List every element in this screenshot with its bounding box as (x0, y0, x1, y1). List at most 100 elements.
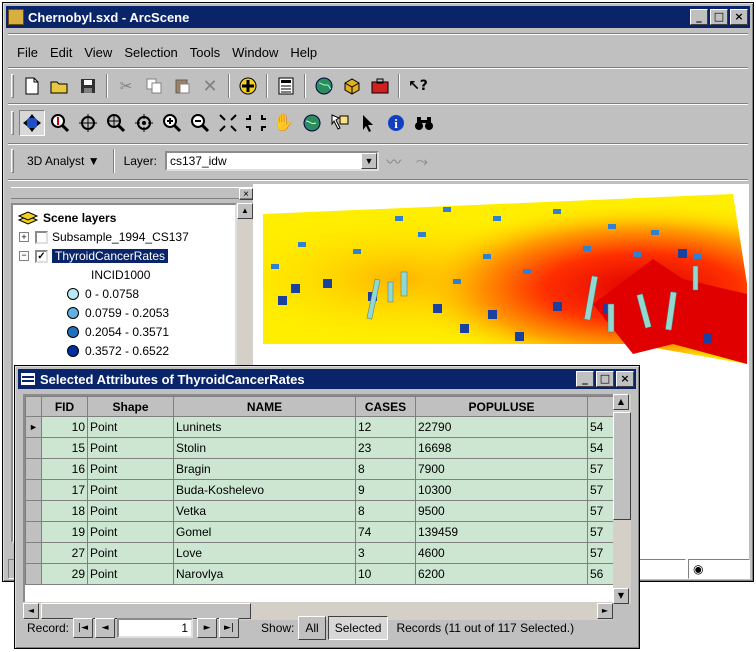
cell-shape[interactable]: Point (87, 416, 174, 438)
menu-tools[interactable]: Tools (184, 45, 226, 60)
cell-fid[interactable]: 10 (41, 416, 88, 438)
cell-populuse[interactable]: 139459 (415, 521, 588, 543)
zoom-out-icon[interactable] (187, 110, 213, 136)
last-record-icon[interactable]: ►| (219, 618, 240, 638)
table-row[interactable]: 19 Point Gomel 74 139459 57 (25, 521, 618, 543)
cell-name[interactable]: Bragin (173, 458, 356, 480)
fixed-zoom-out-icon[interactable] (243, 110, 269, 136)
column-header-fid[interactable]: FID (41, 396, 88, 417)
cell-populuse[interactable]: 9500 (415, 500, 588, 522)
toc-layer-thyroid[interactable]: − ✓ ThyroidCancerRates (19, 247, 169, 265)
table-maximize-button[interactable]: □ (596, 371, 614, 387)
fixed-zoom-in-icon[interactable] (215, 110, 241, 136)
table-row[interactable]: 18 Point Vetka 8 9500 57 (25, 500, 618, 522)
row-selector[interactable] (25, 458, 42, 480)
cell-cases[interactable]: 23 (355, 437, 416, 459)
toc-close-icon[interactable]: × (239, 188, 253, 200)
cell-name[interactable]: Love (173, 542, 356, 564)
properties-icon[interactable] (273, 73, 299, 99)
collapse-minus-icon[interactable]: − (19, 251, 29, 261)
cell-cases[interactable]: 74 (355, 521, 416, 543)
legend-class-4[interactable]: 0.3572 - 0.6522 (67, 342, 169, 360)
row-selector[interactable] (25, 521, 42, 543)
record-number-input[interactable]: 1 (117, 618, 194, 638)
cell-fid[interactable]: 16 (41, 458, 88, 480)
column-header-cases[interactable]: CASES (355, 396, 416, 417)
chevron-down-icon[interactable]: ▼ (360, 153, 377, 169)
zoom-in-out-icon[interactable] (47, 110, 73, 136)
cell-shape[interactable]: Point (87, 500, 174, 522)
row-selector[interactable] (25, 563, 42, 585)
row-selector[interactable] (25, 479, 42, 501)
cell-populuse[interactable]: 10300 (415, 479, 588, 501)
cell-fid[interactable]: 18 (41, 500, 88, 522)
set-observer-icon[interactable] (131, 110, 157, 136)
scroll-up-icon[interactable]: ▲ (613, 394, 629, 410)
table-close-button[interactable]: × (616, 371, 634, 387)
cell-shape[interactable]: Point (87, 563, 174, 585)
whats-this-icon[interactable]: ↖? (405, 73, 431, 99)
table-row[interactable]: 27 Point Love 3 4600 57 (25, 542, 618, 564)
copy-icon[interactable] (141, 73, 167, 99)
table-minimize-button[interactable]: _ (576, 371, 594, 387)
select-elements-arrow-icon[interactable] (355, 110, 381, 136)
add-data-icon[interactable] (235, 73, 261, 99)
column-header-name[interactable]: NAME (173, 396, 356, 417)
find-binoculars-icon[interactable] (411, 110, 437, 136)
menu-view[interactable]: View (78, 45, 118, 60)
show-all-button[interactable]: All (298, 616, 326, 640)
cell-fid[interactable]: 17 (41, 479, 88, 501)
zoom-in-icon[interactable] (159, 110, 185, 136)
table-row[interactable]: 17 Point Buda-Koshelevo 9 10300 57 (25, 479, 618, 501)
cell-cases[interactable]: 10 (355, 563, 416, 585)
menu-selection[interactable]: Selection (118, 45, 183, 60)
toc-grip-bar[interactable]: × (11, 187, 253, 200)
cell-cases[interactable]: 3 (355, 542, 416, 564)
cell-shape[interactable]: Point (87, 479, 174, 501)
column-header-populuse[interactable]: POPULUSE (415, 396, 588, 417)
cell-name[interactable]: Buda-Koshelevo (173, 479, 356, 501)
toolbox-icon[interactable] (367, 73, 393, 99)
cell-fid[interactable]: 15 (41, 437, 88, 459)
cell-shape[interactable]: Point (87, 458, 174, 480)
table-row[interactable]: 16 Point Bragin 8 7900 57 (25, 458, 618, 480)
column-header-shape[interactable]: Shape (87, 396, 174, 417)
cell-populuse[interactable]: 7900 (415, 458, 588, 480)
close-button[interactable]: × (730, 9, 748, 25)
save-icon[interactable] (75, 73, 101, 99)
scroll-up-icon[interactable]: ▲ (237, 203, 253, 219)
table-row[interactable]: 15 Point Stolin 23 16698 54 (25, 437, 618, 459)
identify-icon[interactable]: i (383, 110, 409, 136)
toc-layer-subsample[interactable]: + Subsample_1994_CS137 (19, 228, 189, 246)
new-document-icon[interactable] (19, 73, 45, 99)
full-extent-globe-icon[interactable] (299, 110, 325, 136)
next-record-icon[interactable]: ► (197, 618, 218, 638)
cell-name[interactable]: Narovlya (173, 563, 356, 585)
toolbar-grip-3[interactable] (11, 149, 14, 173)
menu-window[interactable]: Window (226, 45, 284, 60)
cell-cases[interactable]: 9 (355, 479, 416, 501)
scene-layers-root[interactable]: Scene layers (17, 209, 116, 227)
menu-help[interactable]: Help (284, 45, 323, 60)
table-vertical-scrollbar[interactable]: ▲ ▼ (613, 394, 631, 604)
cell-populuse[interactable]: 16698 (415, 437, 588, 459)
cell-populuse[interactable]: 22790 (415, 416, 588, 438)
cell-fid[interactable]: 19 (41, 521, 88, 543)
row-selector[interactable] (25, 500, 42, 522)
contour-tool-icon[interactable]: 〰 (381, 148, 407, 174)
legend-class-1[interactable]: 0 - 0.0758 (67, 285, 139, 303)
cell-shape[interactable]: Point (87, 542, 174, 564)
title-bar[interactable]: Chernobyl.sxd - ArcScene _ □ × (6, 6, 750, 28)
toolbar-grip[interactable] (11, 74, 14, 98)
previous-record-icon[interactable]: ◄ (95, 618, 116, 638)
toolbar-grip-2[interactable] (11, 111, 14, 135)
table-row[interactable]: ► 10 Point Luninets 12 22790 54 (25, 416, 618, 438)
select-features-icon[interactable] (327, 110, 353, 136)
menu-edit[interactable]: Edit (44, 45, 78, 60)
cell-cases[interactable]: 8 (355, 458, 416, 480)
cell-shape[interactable]: Point (87, 437, 174, 459)
cell-cases[interactable]: 12 (355, 416, 416, 438)
cell-fid[interactable]: 29 (41, 563, 88, 585)
cell-name[interactable]: Vetka (173, 500, 356, 522)
pan-hand-icon[interactable]: ✋ (271, 110, 297, 136)
